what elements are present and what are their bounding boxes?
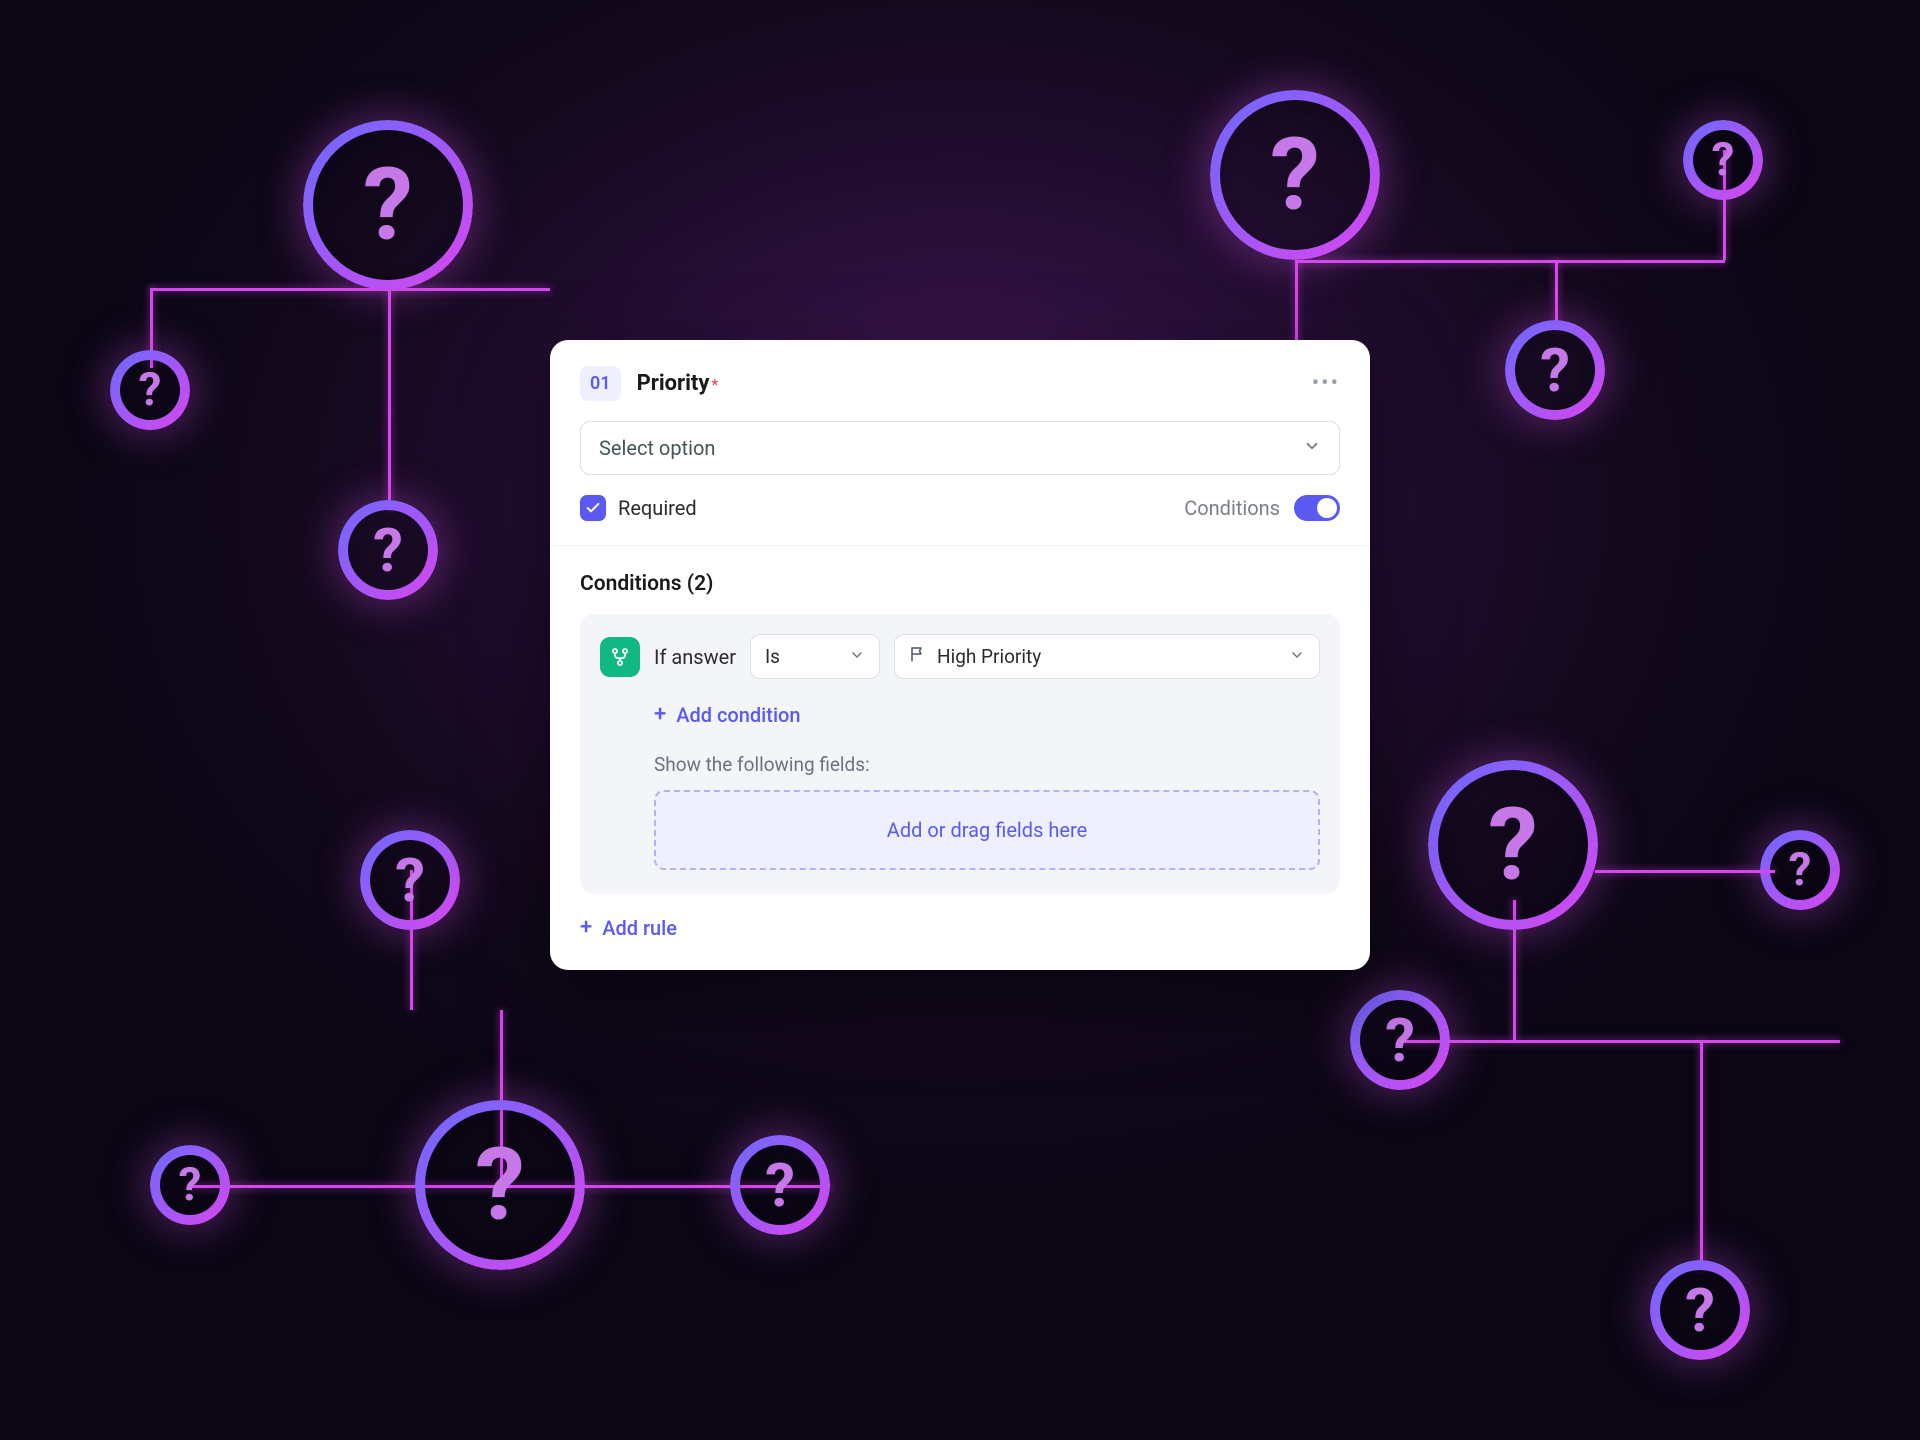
plus-icon: + (654, 704, 666, 726)
fields-dropzone[interactable]: Add or drag fields here (654, 790, 1320, 870)
if-answer-label: If answer (654, 645, 736, 669)
chevron-down-icon (849, 645, 865, 668)
required-label: Required (618, 496, 697, 520)
required-asterisk: * (711, 375, 718, 394)
question-mark-icon: ? (1760, 830, 1840, 910)
question-mark-icon: ? (1650, 1260, 1750, 1360)
more-menu-button[interactable]: ••• (1312, 371, 1340, 396)
card-header: 01 Priority* ••• (550, 340, 1370, 401)
question-mark-icon: ? (415, 1100, 585, 1270)
conditions-toggle-label: Conditions (1184, 496, 1280, 520)
question-mark-icon: ? (730, 1135, 830, 1235)
operator-select[interactable]: Is (750, 634, 880, 679)
question-mark-icon: ? (1350, 990, 1450, 1090)
show-fields-label: Show the following fields: (654, 753, 1320, 776)
branch-icon (600, 637, 640, 677)
question-mark-icon: ? (1210, 90, 1380, 260)
conditions-heading: Conditions (2) (580, 572, 1340, 596)
question-mark-icon: ? (303, 120, 473, 290)
add-rule-button[interactable]: + Add rule (580, 916, 677, 940)
option-select[interactable]: Select option (580, 421, 1340, 475)
add-condition-button[interactable]: + Add condition (654, 703, 801, 727)
value-select[interactable]: High Priority (894, 634, 1320, 679)
question-number-badge: 01 (580, 366, 621, 401)
chevron-down-icon (1289, 645, 1305, 668)
question-mark-icon: ? (110, 350, 190, 430)
question-mark-icon: ? (150, 1145, 230, 1225)
conditions-toggle[interactable] (1294, 495, 1340, 521)
question-mark-icon: ? (338, 500, 438, 600)
question-mark-icon: ? (1505, 320, 1605, 420)
question-mark-icon: ? (360, 830, 460, 930)
question-title: Priority* (637, 371, 719, 396)
condition-rule: If answer Is High Priority (580, 614, 1340, 894)
question-card: 01 Priority* ••• Select option Required … (550, 340, 1370, 970)
question-mark-icon: ? (1428, 760, 1598, 930)
flag-icon (909, 645, 927, 668)
plus-icon: + (580, 917, 592, 939)
option-select-placeholder: Select option (599, 436, 715, 460)
chevron-down-icon (1303, 436, 1321, 460)
required-checkbox[interactable] (580, 495, 606, 521)
question-mark-icon: ? (1683, 120, 1763, 200)
